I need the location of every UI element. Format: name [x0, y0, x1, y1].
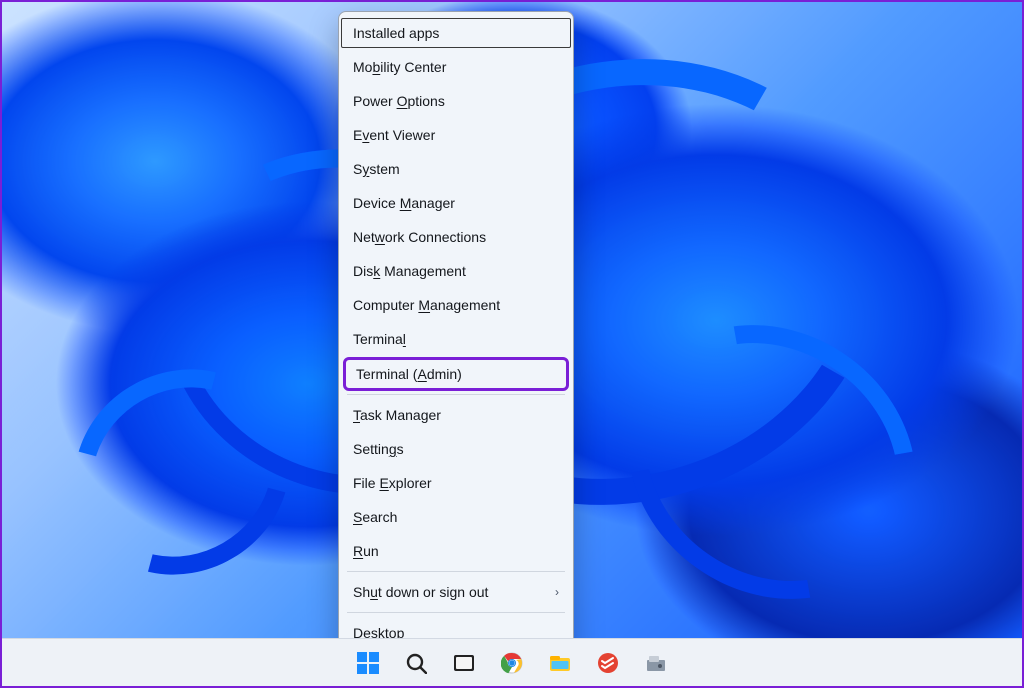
- winx-item-settings[interactable]: Settings: [339, 432, 573, 466]
- taskbar-search-button[interactable]: [399, 646, 433, 680]
- winx-item-search[interactable]: Search: [339, 500, 573, 534]
- menu-separator: [347, 394, 565, 395]
- winx-item-label: Terminal (Admin): [356, 366, 462, 382]
- winx-item-label: Mobility Center: [353, 59, 446, 75]
- winx-item-label: Installed apps: [353, 25, 439, 41]
- winx-item-installed-apps[interactable]: Installed apps: [339, 16, 573, 50]
- winx-item-label: Search: [353, 509, 397, 525]
- start-icon: [357, 652, 379, 674]
- winx-menu: Installed apps Mobility Center Power Optio…: [338, 11, 574, 655]
- search-icon: [405, 652, 427, 674]
- winx-item-system[interactable]: System: [339, 152, 573, 186]
- task-view-icon: [453, 652, 475, 674]
- menu-separator: [347, 571, 565, 572]
- file-explorer-icon: [549, 652, 571, 674]
- winx-item-label: Shut down or sign out: [353, 584, 488, 600]
- winx-item-device-manager[interactable]: Device Manager: [339, 186, 573, 220]
- taskbar-file-explorer-button[interactable]: [543, 646, 577, 680]
- winx-item-label: Run: [353, 543, 379, 559]
- winx-item-label: File Explorer: [353, 475, 432, 491]
- chrome-icon: [501, 652, 523, 674]
- winx-item-terminal[interactable]: Terminal: [339, 322, 573, 356]
- winx-item-label: Task Manager: [353, 407, 441, 423]
- winx-item-label: System: [353, 161, 400, 177]
- winx-item-power-options[interactable]: Power Options: [339, 84, 573, 118]
- winx-item-label: Terminal: [353, 331, 406, 347]
- todoist-icon: [597, 652, 619, 674]
- winx-item-file-explorer[interactable]: File Explorer: [339, 466, 573, 500]
- winx-item-label: Disk Management: [353, 263, 466, 279]
- winx-item-task-manager[interactable]: Task Manager: [339, 398, 573, 432]
- winx-item-network-connections[interactable]: Network Connections: [339, 220, 573, 254]
- winx-item-terminal-admin[interactable]: Terminal (Admin): [343, 357, 569, 391]
- taskbar-todoist-button[interactable]: [591, 646, 625, 680]
- taskbar-task-view-button[interactable]: [447, 646, 481, 680]
- taskbar: [2, 638, 1022, 686]
- winx-item-label: Computer Management: [353, 297, 500, 313]
- taskbar-chrome-button[interactable]: [495, 646, 529, 680]
- menu-separator: [347, 612, 565, 613]
- taskbar-screenshot-tool-button[interactable]: [639, 646, 673, 680]
- winx-item-event-viewer[interactable]: Event Viewer: [339, 118, 573, 152]
- winx-item-label: Device Manager: [353, 195, 455, 211]
- winx-item-label: Network Connections: [353, 229, 486, 245]
- winx-item-label: Settings: [353, 441, 404, 457]
- screenshot-tool-icon: [645, 652, 667, 674]
- winx-item-run[interactable]: Run: [339, 534, 573, 568]
- winx-item-computer-management[interactable]: Computer Management: [339, 288, 573, 322]
- winx-item-label: Event Viewer: [353, 127, 435, 143]
- winx-item-mobility-center[interactable]: Mobility Center: [339, 50, 573, 84]
- chevron-right-icon: ›: [555, 585, 559, 599]
- winx-item-disk-management[interactable]: Disk Management: [339, 254, 573, 288]
- taskbar-start-button[interactable]: [351, 646, 385, 680]
- winx-item-shut-down-or-sign-out[interactable]: Shut down or sign out ›: [339, 575, 573, 609]
- winx-item-label: Power Options: [353, 93, 445, 109]
